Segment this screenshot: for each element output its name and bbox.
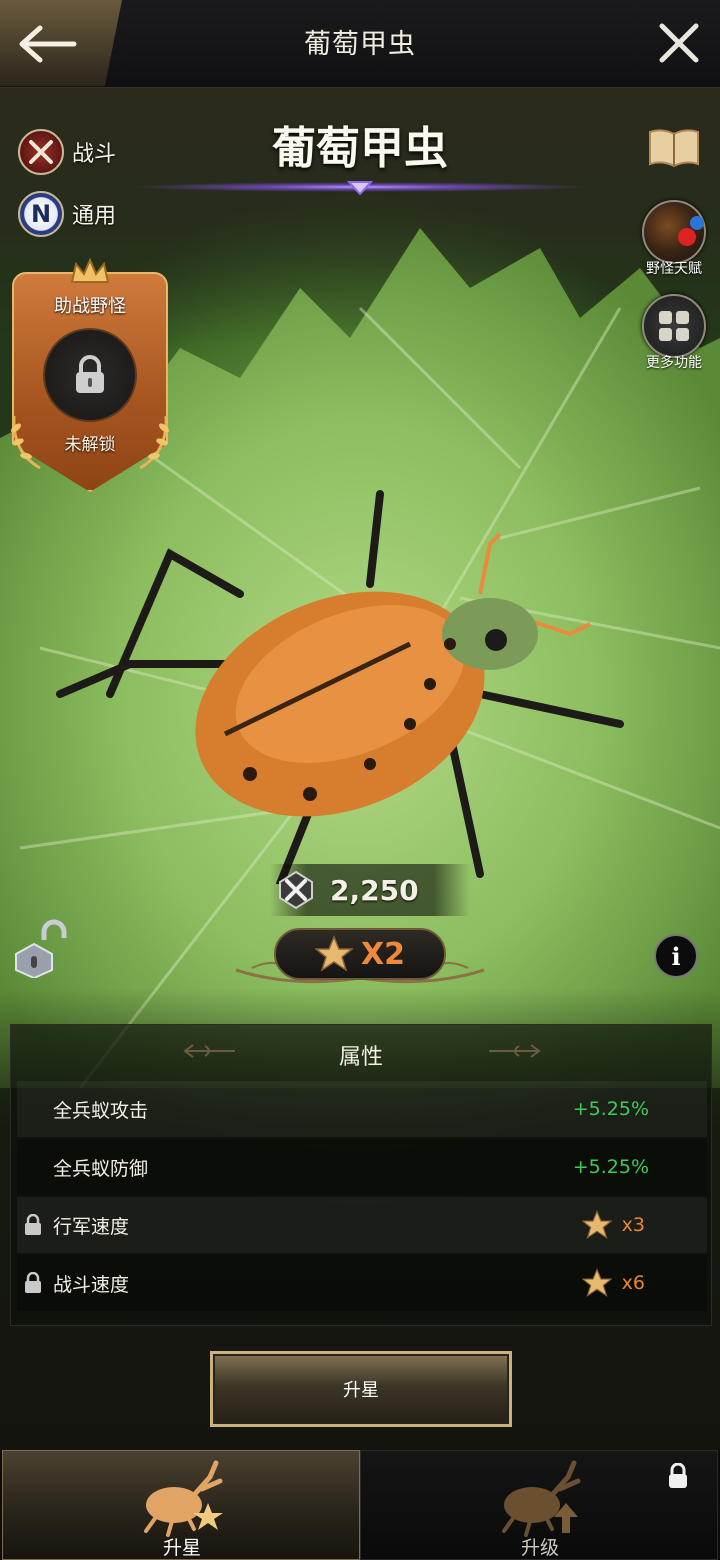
power-swords-icon [270, 864, 322, 916]
attribute-value: +5.25% [572, 1098, 649, 1120]
tag-common: N 通用 [18, 190, 116, 238]
page-title: 葡萄甲虫 [304, 29, 416, 60]
tag-battle-label: 战斗 [72, 142, 117, 167]
assist-card-title: 助战野怪 [54, 296, 126, 317]
upgrade-star-button[interactable]: 升星 [210, 1351, 512, 1427]
book-icon[interactable] [646, 126, 702, 170]
padlock-icon [76, 355, 104, 393]
top-bar: 葡萄甲虫 [0, 0, 720, 88]
attribute-row-locked: 行军速度 x3 [17, 1197, 707, 1253]
star-level-badge: X2 [232, 924, 488, 994]
info-button[interactable]: i [654, 934, 698, 978]
back-button[interactable] [0, 0, 122, 86]
unlock-icon[interactable] [14, 918, 70, 978]
attributes-title: 属性 [338, 1045, 383, 1070]
power-value: 2,250 [330, 873, 419, 907]
star-icon [581, 1268, 612, 1298]
tag-common-label: 通用 [72, 204, 117, 229]
bottom-tab-bar: 升星 升级 [0, 1450, 720, 1560]
tab-upgrade[interactable]: 升级 [360, 1450, 718, 1560]
monster-name: 葡萄甲虫 [272, 123, 448, 174]
crown-icon [70, 258, 110, 283]
star-requirement: x6 [581, 1268, 645, 1298]
power-display: 2,250 [270, 864, 470, 916]
crossed-swords-icon [18, 129, 64, 175]
attribute-row-locked: 战斗速度 x6 [17, 1255, 707, 1311]
attribute-name: 全兵蚁防御 [53, 1157, 149, 1180]
tag-battle: 战斗 [18, 128, 116, 176]
attribute-row: 全兵蚁防御 +5.25% [17, 1139, 707, 1195]
attribute-name: 全兵蚁攻击 [53, 1099, 149, 1122]
letter-n-icon: N [18, 191, 64, 237]
more-functions-button[interactable]: 更多功能 [640, 294, 708, 372]
padlock-icon [25, 1214, 41, 1235]
star-count: X2 [360, 936, 405, 972]
star-count-pill: X2 [274, 928, 446, 980]
monster-talent-label: 野怪天赋 [646, 261, 702, 277]
beetle-talent-icon [642, 200, 706, 264]
star-requirement-value: x6 [621, 1272, 645, 1294]
title-ornament-left [183, 1044, 235, 1058]
tab-upstar[interactable]: 升星 [2, 1450, 360, 1560]
star-icon [314, 935, 353, 972]
beetle-upgrade-icon [502, 1460, 581, 1537]
back-arrow-icon [19, 25, 77, 63]
star-requirement-value: x3 [621, 1214, 645, 1236]
assist-monster-card[interactable]: 助战野怪 未解锁 [11, 258, 169, 492]
attribute-value: +5.25% [572, 1156, 649, 1178]
monster-talent-button[interactable]: 野怪天赋 [640, 200, 708, 278]
info-icon: i [671, 941, 681, 971]
tab-upstar-label: 升星 [162, 1537, 201, 1559]
beetle-star-icon [144, 1460, 223, 1537]
grid-icon [642, 294, 706, 358]
divider-gem-icon [347, 181, 373, 196]
star-icon [581, 1210, 612, 1240]
star-requirement: x3 [581, 1210, 645, 1240]
attribute-name: 战斗速度 [53, 1273, 130, 1296]
title-ornament-right [489, 1044, 541, 1058]
padlock-icon [669, 1463, 687, 1488]
laurel-right-icon [139, 415, 169, 470]
laurel-left-icon [11, 415, 41, 470]
attributes-panel: 属性 全兵蚁攻击 +5.25% 全兵蚁防御 +5.25% 行军速度 x3 战斗速… [10, 1024, 712, 1326]
more-functions-label: 更多功能 [646, 355, 702, 371]
padlock-icon [25, 1272, 41, 1293]
attribute-name: 行军速度 [53, 1215, 130, 1238]
close-icon[interactable] [656, 20, 702, 66]
tab-upgrade-label: 升级 [520, 1537, 559, 1559]
assist-lock-slot [43, 328, 137, 422]
attribute-row: 全兵蚁攻击 +5.25% [17, 1081, 707, 1137]
